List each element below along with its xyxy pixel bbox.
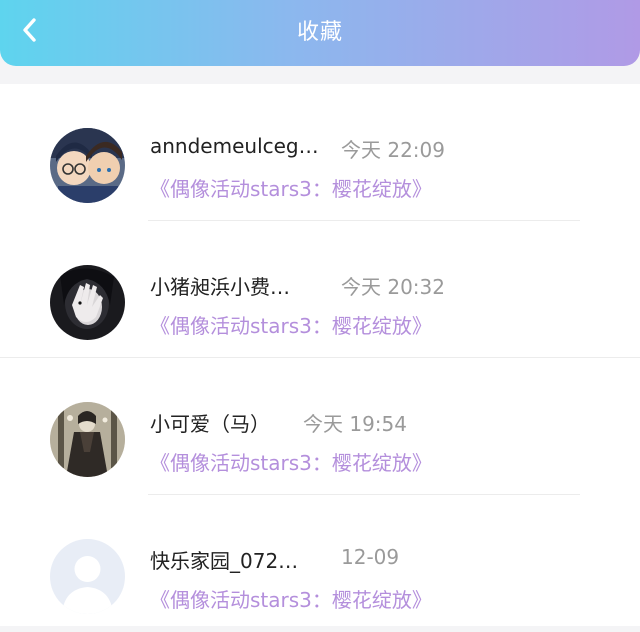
user-name[interactable]: 快乐家园_072… xyxy=(150,545,298,574)
work-title-link[interactable]: 《偶像活动stars3：樱花绽放》 xyxy=(150,584,432,613)
default-user-avatar-image xyxy=(50,539,125,614)
page-title: 收藏 xyxy=(296,20,343,45)
timestamp: 今天 20:32 xyxy=(341,275,445,299)
anime-duo-avatar-image xyxy=(50,128,125,203)
avatar[interactable] xyxy=(50,539,125,614)
list-item[interactable]: 小可爱（马） 今天 19:54 《偶像活动stars3：樱花绽放》 xyxy=(0,358,640,495)
gothic-figure-avatar-image xyxy=(50,402,125,477)
work-title-link[interactable]: 《偶像活动stars3：樱花绽放》 xyxy=(150,310,432,339)
work-title-link[interactable]: 《偶像活动stars3：樱花绽放》 xyxy=(150,173,432,202)
timestamp: 今天 19:54 xyxy=(303,412,407,436)
list-item[interactable]: anndemeulceg… 今天 22:09 《偶像活动stars3：樱花绽放》 xyxy=(0,84,640,221)
avatar[interactable] xyxy=(50,265,125,340)
list-item[interactable]: 快乐家园_072… 12-09 《偶像活动stars3：樱花绽放》 xyxy=(0,495,640,632)
work-title-link[interactable]: 《偶像活动stars3：樱花绽放》 xyxy=(150,447,432,476)
user-name[interactable]: anndemeulceg… xyxy=(150,134,319,158)
user-name[interactable]: 小猪昶浜小费… xyxy=(150,271,290,300)
list-item[interactable]: 小猪昶浜小费… 今天 20:32 《偶像活动stars3：樱花绽放》 xyxy=(0,221,640,358)
hand-over-face-avatar-image xyxy=(50,265,125,340)
avatar[interactable] xyxy=(50,128,125,203)
user-name[interactable]: 小可爱（马） xyxy=(150,408,270,437)
timestamp: 12-09 xyxy=(341,545,400,569)
favorites-list: anndemeulceg… 今天 22:09 《偶像活动stars3：樱花绽放》… xyxy=(0,84,640,626)
avatar[interactable] xyxy=(50,402,125,477)
top-bar: 收藏 xyxy=(0,0,640,66)
timestamp: 今天 22:09 xyxy=(341,138,445,162)
